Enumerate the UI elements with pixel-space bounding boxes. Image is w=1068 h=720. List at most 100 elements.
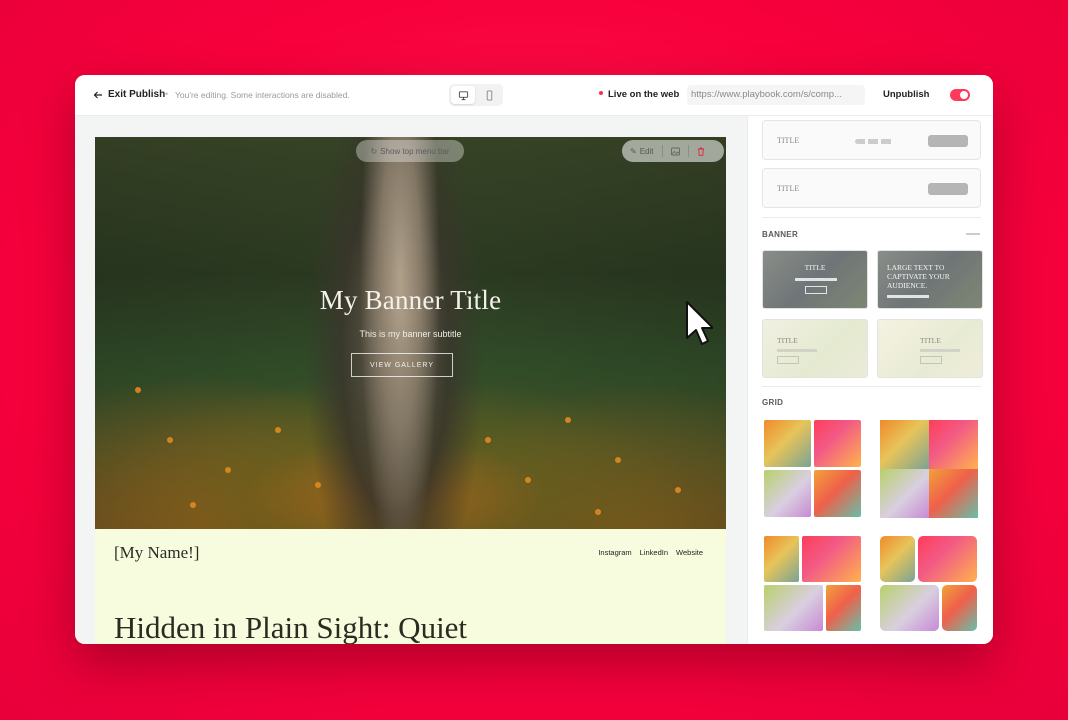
image-icon: [670, 147, 680, 155]
banner-section[interactable]: ↻ Show top menu bar ✎ Edit My Banner Tit…: [95, 137, 726, 529]
template-button-placeholder: [928, 135, 968, 147]
show-top-menu-bar-button[interactable]: ↻ Show top menu bar: [356, 140, 464, 162]
nav-link-linkedin[interactable]: LinkedIn: [640, 548, 668, 557]
banner-section-label: BANNER: [762, 230, 799, 239]
grid-image: [918, 536, 977, 582]
live-on-web-label: Live on the web: [608, 89, 680, 100]
unpublish-toggle[interactable]: [950, 89, 970, 101]
template-subtitle-bar: [887, 295, 929, 298]
grid-image: [802, 536, 861, 582]
top-bar: Exit Publish • You're editing. Some inte…: [75, 75, 993, 116]
public-url-field[interactable]: https://www.playbook.com/s/comp...: [687, 85, 865, 105]
flower: [485, 437, 491, 443]
template-title: TITLE: [920, 336, 941, 345]
grid-template-3[interactable]: [764, 536, 864, 636]
blocks-panel: TITLE TITLE BANNER TITLE LARGE TEXT TO C…: [747, 116, 993, 644]
change-image-button[interactable]: [663, 140, 688, 162]
post-heading[interactable]: Hidden in Plain Sight: Quiet: [114, 610, 467, 644]
edit-banner-button[interactable]: ✎ Edit: [622, 140, 662, 162]
separator-dot: •: [165, 89, 169, 99]
site-nav: Instagram LinkedIn Website: [598, 548, 703, 557]
site-name[interactable]: [My Name!]: [114, 543, 199, 563]
delete-banner-button[interactable]: [689, 140, 713, 162]
live-status-dot: [599, 91, 603, 95]
template-subtitle-bar: [777, 349, 817, 352]
template-button-placeholder: [920, 356, 942, 364]
exit-publish-button[interactable]: Exit Publish: [93, 89, 165, 100]
grid-image: [929, 469, 978, 518]
editor-window: Exit Publish • You're editing. Some inte…: [75, 75, 993, 644]
template-links-placeholder: [855, 139, 893, 144]
section-divider: [762, 217, 981, 218]
banner-toolbar: ✎ Edit: [622, 140, 724, 162]
banner-subtitle[interactable]: This is my banner subtitle: [95, 329, 726, 339]
nav-template-2[interactable]: TITLE: [762, 168, 981, 208]
view-gallery-button[interactable]: VIEW GALLERY: [351, 353, 453, 377]
desktop-icon: [458, 90, 468, 100]
banner-title[interactable]: My Banner Title: [95, 285, 726, 316]
grid-image: [764, 470, 811, 517]
trash-icon: [697, 147, 704, 156]
mobile-view-button[interactable]: [477, 86, 501, 104]
template-button-placeholder: [805, 286, 827, 294]
grid-image: [880, 536, 915, 582]
grid-image: [764, 420, 811, 467]
template-button-placeholder: [777, 356, 799, 364]
grid-image: [764, 536, 799, 582]
template-subtitle-bar: [920, 349, 960, 352]
section-divider: [762, 386, 981, 387]
edit-label: Edit: [639, 146, 654, 156]
show-top-menu-bar-label: Show top menu bar: [380, 146, 450, 156]
flower: [315, 482, 321, 488]
nav-template-1[interactable]: TITLE: [762, 120, 981, 160]
grid-image: [880, 585, 939, 631]
grid-template-4[interactable]: [880, 536, 980, 636]
exit-publish-label: Exit Publish: [108, 89, 166, 100]
grid-section-label: GRID: [762, 398, 784, 407]
template-button-placeholder: [928, 183, 968, 195]
nav-link-instagram[interactable]: Instagram: [598, 548, 631, 557]
grid-image: [880, 469, 929, 518]
template-title: LARGE TEXT TO CAPTIVATE YOUR AUDIENCE.: [887, 263, 950, 290]
desktop-view-button[interactable]: [451, 86, 475, 104]
grid-image: [814, 470, 861, 517]
grid-template-2[interactable]: [880, 420, 980, 520]
grid-template-1[interactable]: [764, 420, 864, 520]
unpublish-label: Unpublish: [883, 89, 930, 100]
grid-image: [942, 585, 977, 631]
page-content: [My Name!] Instagram LinkedIn Website Hi…: [95, 529, 726, 644]
refresh-icon: ↻: [370, 146, 378, 156]
device-toggle: [449, 84, 503, 106]
flower: [135, 387, 141, 393]
banner-template-4[interactable]: TITLE: [877, 319, 983, 378]
grid-image: [764, 585, 823, 631]
nav-link-website[interactable]: Website: [676, 548, 703, 557]
arrow-left-icon: [93, 91, 102, 98]
pencil-icon: ✎: [630, 146, 637, 156]
template-subtitle-bar: [795, 278, 837, 281]
template-title: TITLE: [777, 136, 800, 145]
flower: [167, 437, 173, 443]
template-title: TITLE: [777, 184, 800, 193]
flower: [565, 417, 571, 423]
flower: [675, 487, 681, 493]
grid-image: [929, 420, 978, 469]
mouse-cursor-icon: [686, 301, 713, 345]
editing-note: You're editing. Some interactions are di…: [175, 90, 350, 100]
grid-image: [814, 420, 861, 467]
banner-template-3[interactable]: TITLE: [762, 319, 868, 378]
grid-image: [880, 420, 929, 469]
template-title: TITLE: [804, 263, 826, 272]
banner-template-1[interactable]: TITLE: [762, 250, 868, 309]
page-canvas: ↻ Show top menu bar ✎ Edit My Banner Tit…: [75, 116, 747, 644]
mobile-icon: [486, 89, 492, 101]
flower: [190, 502, 196, 508]
flower: [595, 509, 601, 515]
template-title: TITLE: [777, 336, 798, 345]
flower: [525, 477, 531, 483]
collapse-banner-button[interactable]: [966, 233, 980, 235]
banner-template-2[interactable]: LARGE TEXT TO CAPTIVATE YOUR AUDIENCE.: [877, 250, 983, 309]
flower: [225, 467, 231, 473]
grid-image: [826, 585, 861, 631]
flower: [275, 427, 281, 433]
